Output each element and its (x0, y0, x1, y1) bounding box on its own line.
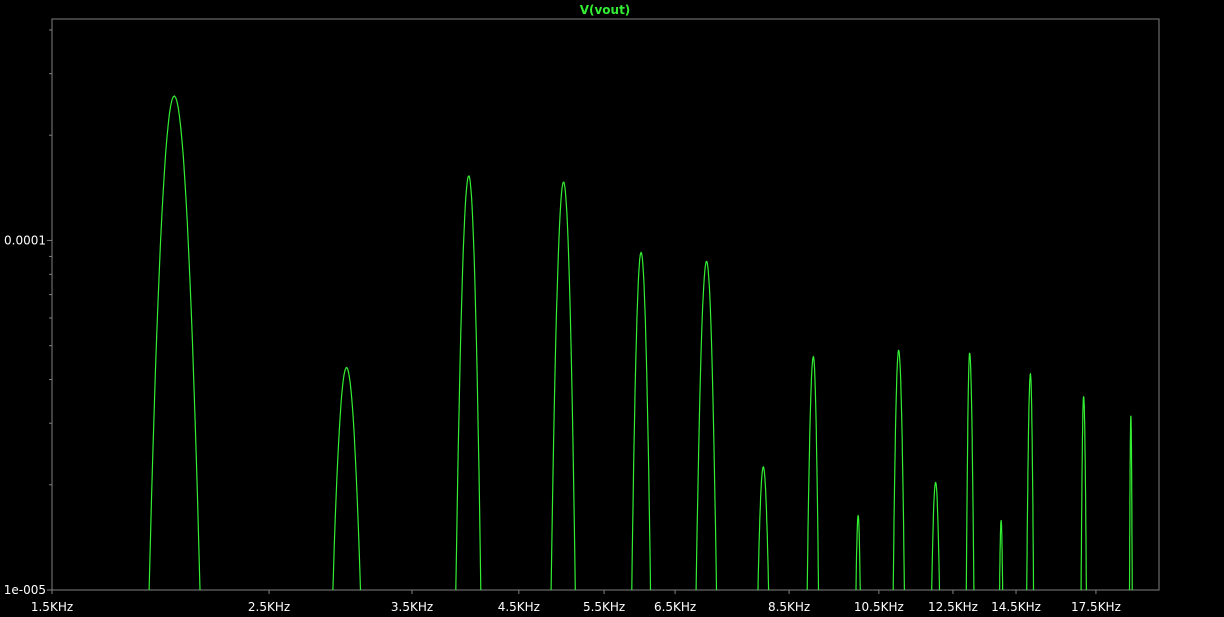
x-tick-label: 17.5KHz (1071, 600, 1121, 614)
x-tick-label: 1.5KHz (31, 600, 73, 614)
x-tick-label: 14.5KHz (991, 600, 1041, 614)
x-tick-label: 6.5KHz (654, 600, 696, 614)
plot-area (51, 18, 1160, 591)
x-tick-label: 5.5KHz (583, 600, 625, 614)
x-tick-label: 2.5KHz (248, 600, 290, 614)
x-tick-label: 10.5KHz (854, 600, 904, 614)
y-tick-label: 0.0001 (4, 233, 46, 247)
x-tick-label: 8.5KHz (768, 600, 810, 614)
x-tick-label: 4.5KHz (498, 600, 540, 614)
trace-title[interactable]: V(vout) (580, 3, 631, 17)
y-tick-label: 1e-005 (4, 583, 46, 597)
x-tick-label: 3.5KHz (391, 600, 433, 614)
spectrum-plot: V(vout) 1.5KHz 2.5KHz 3.5KHz 4.5KHz 5.5KHz 6.… (4, 3, 1160, 614)
x-tick-label: 12.5KHz (928, 600, 978, 614)
